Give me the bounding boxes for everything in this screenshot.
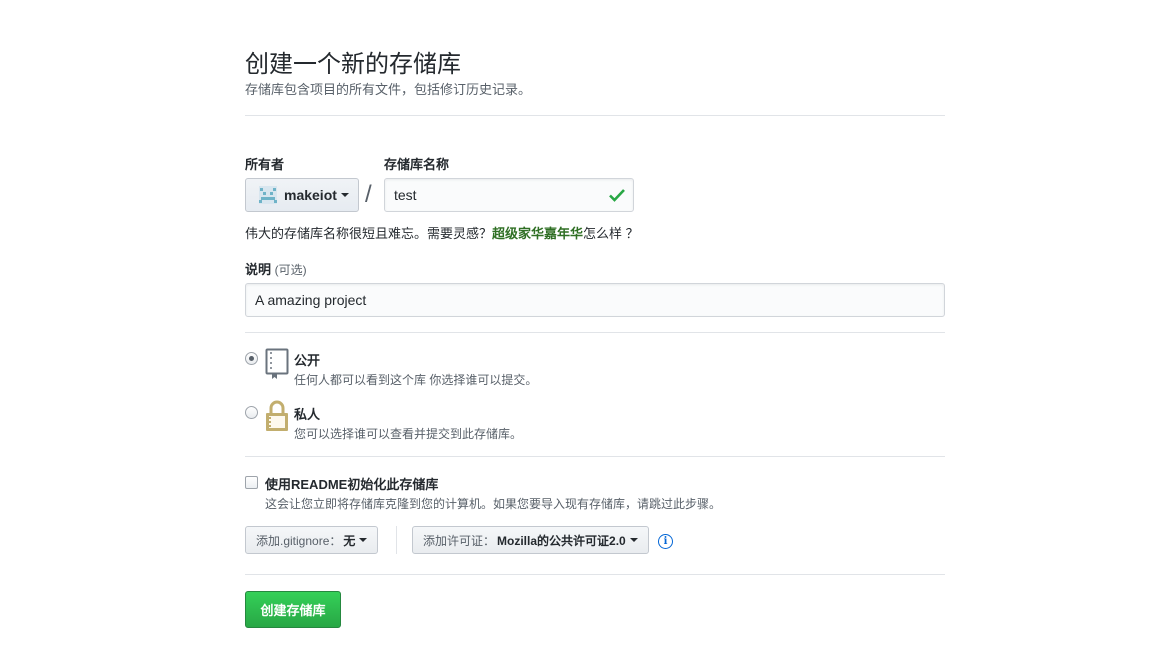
readme-desc: 这会让您立即将存储库克隆到您的计算机。如果您要导入现有存储库，请跳过此步骤。 — [265, 497, 722, 511]
repo-name-label: 存储库名称 — [384, 157, 450, 172]
page-title: 创建一个新的存储库 — [245, 51, 461, 78]
license-value: Mozilla的公共许可证2.0 — [497, 533, 626, 548]
description-label: 说明 (可选) — [245, 259, 307, 278]
gitignore-dropdown[interactable]: 添加.gitignore： 无 — [245, 526, 379, 554]
owner-dropdown[interactable]: makeiot — [245, 178, 359, 212]
gitignore-value: 无 — [343, 533, 356, 548]
readme-checkbox[interactable] — [245, 476, 258, 489]
name-suggestion-link[interactable]: 超级家华嘉年华 — [492, 226, 583, 241]
public-title: 公开 — [294, 353, 321, 368]
owner-repo-separator: / — [365, 181, 372, 208]
chevron-down-icon — [629, 538, 638, 542]
private-radio[interactable] — [245, 406, 258, 419]
description-optional: (可选) — [274, 263, 307, 277]
license-dropdown[interactable]: 添加许可证： Mozilla的公共许可证2.0 — [412, 526, 649, 554]
license-label: 添加许可证： — [423, 533, 496, 548]
hint-suffix: 怎么样 ？ — [583, 226, 639, 241]
readme-title: 使用README初始化此存储库 — [265, 477, 439, 492]
description-value: A amazing project — [255, 292, 367, 308]
private-title: 私人 — [294, 407, 321, 422]
description-input[interactable]: A amazing project — [245, 283, 945, 317]
repo-name-input[interactable]: test — [384, 178, 634, 212]
create-repo-button[interactable]: 创建存储库 — [245, 591, 341, 628]
visibility-divider — [245, 456, 945, 457]
private-desc: 您可以选择谁可以查看并提交到此存储库。 — [294, 427, 523, 441]
page-subtitle: 存储库包含项目的所有文件，包括修订历史记录。 — [245, 82, 532, 97]
repo-name-value: test — [394, 187, 417, 203]
footer-divider — [245, 574, 945, 575]
hint-prefix: 伟大的存储库名称很短且难忘。需要灵感？ — [245, 226, 493, 241]
owner-name: makeiot — [284, 187, 337, 203]
check-icon — [609, 189, 625, 202]
chevron-down-icon — [340, 193, 349, 197]
repo-book-icon — [265, 348, 289, 379]
description-divider — [245, 332, 945, 333]
gitignore-label: 添加.gitignore： — [256, 533, 342, 548]
header-divider — [245, 115, 945, 116]
select-divider — [396, 526, 397, 554]
description-label-text: 说明 — [245, 262, 272, 277]
repo-name-hint: 伟大的存储库名称很短且难忘。需要灵感？超级家华嘉年华怎么样 ？ — [245, 223, 639, 242]
chevron-down-icon — [359, 538, 368, 542]
info-icon[interactable]: i — [658, 534, 673, 549]
owner-avatar-icon — [259, 186, 277, 204]
public-desc: 任何人都可以看到这个库 你选择谁可以提交。 — [294, 373, 538, 387]
lock-icon — [266, 400, 288, 431]
public-radio[interactable] — [245, 352, 258, 365]
owner-label: 所有者 — [245, 157, 285, 172]
